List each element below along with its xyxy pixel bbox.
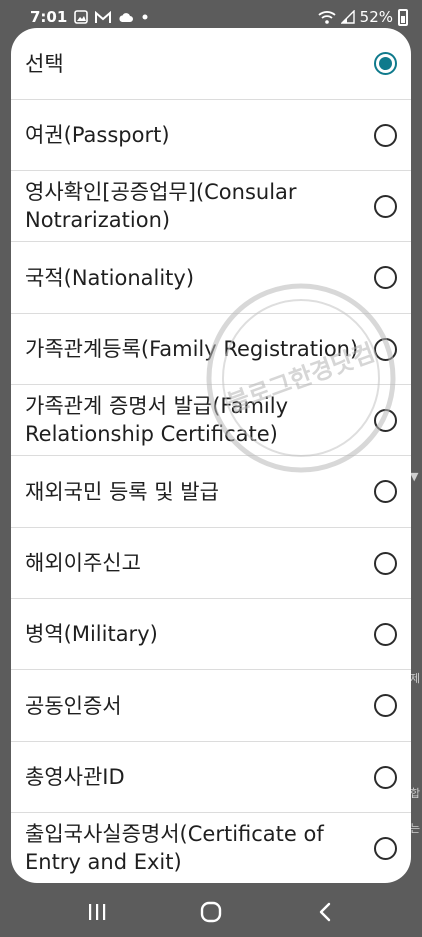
option-label: 가족관계등록(Family Registration) — [25, 337, 359, 361]
home-icon[interactable] — [181, 892, 241, 932]
cloud-icon — [118, 12, 134, 23]
radio-button[interactable] — [374, 836, 397, 860]
backdrop-peek-text: 제 — [410, 672, 421, 685]
back-icon[interactable] — [295, 892, 355, 932]
backdrop-peek-arrow: ▼ — [410, 470, 419, 483]
option-nationality[interactable]: 국적(Nationality) — [11, 242, 411, 314]
navigation-bar — [0, 887, 422, 937]
option-family-registration[interactable]: 가족관계등록(Family Registration) — [11, 314, 411, 385]
gallery-icon — [74, 10, 89, 24]
option-label: 공동인증서 — [25, 693, 122, 718]
option-label: 가족관계 증명서 발급(Family Relationship Certific… — [25, 394, 288, 446]
radio-button[interactable] — [374, 765, 397, 789]
option-military[interactable]: 병역(Military) — [11, 599, 411, 670]
option-emigration-report[interactable]: 해외이주신고 — [11, 528, 411, 599]
option-label: 해외이주신고 — [25, 551, 141, 575]
status-time: 7:01 — [30, 8, 68, 26]
mail-icon — [95, 10, 112, 24]
option-select[interactable]: 선택 — [11, 28, 411, 100]
option-joint-certificate[interactable]: 공동인증서 — [11, 670, 411, 742]
option-label: 재외국민 등록 및 발급 — [25, 479, 219, 504]
option-label: 국적(Nationality) — [25, 265, 195, 290]
battery-icon — [398, 8, 408, 26]
option-consular-notarization[interactable]: 영사확인[공증업무](Consular Notrarization) — [11, 171, 411, 242]
radio-button[interactable] — [374, 622, 397, 646]
option-label: 총영사관ID — [25, 765, 125, 789]
option-consulate-id[interactable]: 총영사관ID — [11, 742, 411, 813]
status-right: 52% — [318, 8, 408, 26]
option-overseas-national-registration[interactable]: 재외국민 등록 및 발급 — [11, 456, 411, 528]
recent-apps-icon[interactable] — [67, 892, 127, 932]
option-label: 선택 — [25, 51, 64, 76]
option-label: 병역(Military) — [25, 622, 158, 646]
radio-button[interactable] — [374, 551, 397, 575]
radio-button-checked[interactable] — [374, 52, 397, 75]
status-left: 7:01 — [30, 8, 149, 26]
option-passport[interactable]: 여권(Passport) — [11, 100, 411, 171]
backdrop-peek-text: 합 — [410, 787, 421, 800]
radio-button[interactable] — [374, 266, 397, 289]
option-label: 출입국사실증명서(Certificate of Entry and Exit) — [25, 822, 324, 874]
radio-button[interactable] — [374, 194, 397, 218]
radio-button[interactable] — [374, 123, 397, 147]
option-label: 영사확인[공증업무](Consular Notrarization) — [25, 180, 297, 232]
dot-icon — [141, 13, 149, 21]
backdrop-peek-text: 는 — [410, 822, 421, 835]
radio-button[interactable] — [374, 694, 397, 717]
signal-icon — [340, 10, 355, 24]
option-label: 여권(Passport) — [25, 123, 170, 147]
wifi-icon — [318, 10, 336, 24]
battery-percent: 52% — [359, 8, 393, 26]
service-select-dialog: 선택 여권(Passport) 영사확인[공증업무](Consular Notr… — [11, 28, 411, 883]
radio-button[interactable] — [374, 480, 397, 503]
radio-button[interactable] — [374, 337, 397, 361]
option-family-relationship-certificate[interactable]: 가족관계 증명서 발급(Family Relationship Certific… — [11, 385, 411, 456]
radio-button[interactable] — [374, 408, 397, 432]
option-entry-exit-certificate[interactable]: 출입국사실증명서(Certificate of Entry and Exit) — [11, 813, 411, 883]
